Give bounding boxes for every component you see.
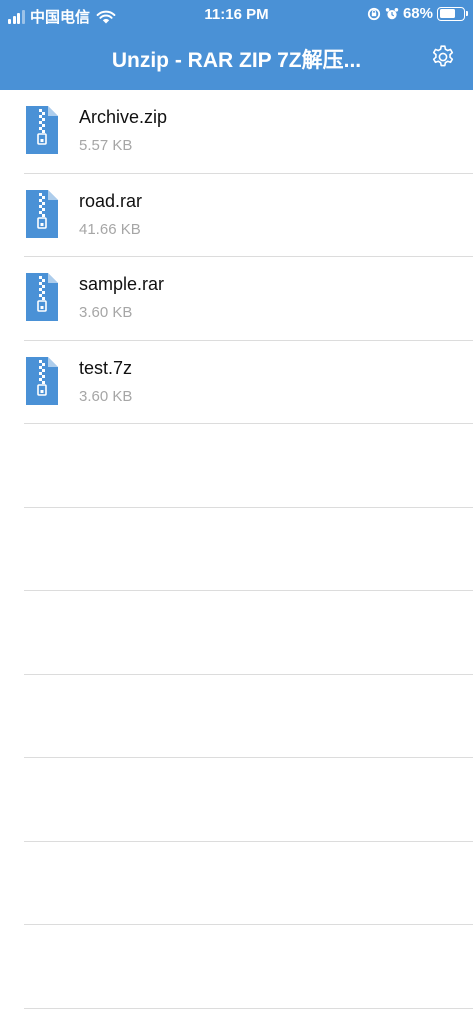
empty-row (0, 508, 473, 591)
zip-file-icon (26, 189, 58, 238)
battery-fill (439, 9, 456, 18)
empty-row (0, 424, 473, 508)
file-size: 41.66 KB (79, 220, 141, 238)
file-row[interactable]: road.rar 41.66 KB (0, 174, 473, 257)
file-row[interactable]: test.7z 3.60 KB (0, 341, 473, 424)
app-header: 中国电信 11:16 PM 68% Unzip - RAR ZIP 7Z解压..… (0, 0, 473, 90)
battery-percent: 68% (402, 5, 433, 22)
file-name: road.rar (79, 190, 143, 211)
zip-file-icon (26, 106, 58, 154)
status-bar: 中国电信 11:16 PM 68% (0, 0, 473, 32)
file-name: Archive.zip (79, 107, 168, 127)
battery-icon (437, 6, 468, 21)
empty-row (0, 925, 473, 1009)
file-list: Archive.zip 5.57 KB road.rar 41.66 KB sa… (0, 90, 473, 1009)
settings-gear-icon[interactable] (430, 44, 456, 70)
empty-row (0, 758, 473, 842)
file-size: 5.57 KB (79, 137, 133, 154)
empty-row (0, 842, 473, 925)
empty-row (0, 675, 473, 758)
orientation-lock-icon (367, 7, 381, 20)
row-separator (24, 1007, 473, 1009)
file-row[interactable]: sample.rar 3.60 KB (0, 257, 473, 341)
status-right: 68% (367, 5, 468, 22)
file-name: test.7z (79, 357, 133, 378)
file-name: sample.rar (79, 274, 165, 294)
alarm-clock-icon (385, 7, 399, 19)
zip-file-icon (26, 356, 58, 405)
file-row[interactable]: Archive.zip 5.57 KB (0, 90, 473, 174)
file-size: 3.60 KB (79, 304, 133, 321)
zip-file-icon (26, 273, 58, 321)
empty-row (0, 591, 473, 675)
file-size: 3.60 KB (79, 387, 133, 405)
page-title: Unzip - RAR ZIP 7Z解压... (111, 49, 362, 72)
